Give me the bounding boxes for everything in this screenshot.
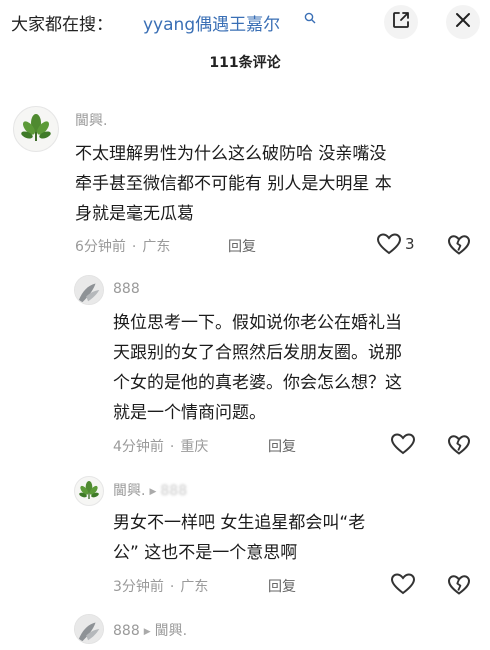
comment-time: 3分钟前 [113,579,164,595]
comment-text-line: 个女的是他的真老婆。你会怎么想？这 [113,373,402,393]
expand-button[interactable] [384,5,418,39]
comment-text: 不太理解男性为什么这么破防哈 没亲嘴没 牵手甚至微信都不可能有 别人是大明星 本… [75,139,475,229]
triangle-right-icon: ▶ [149,487,157,497]
search-icon[interactable] [304,9,316,24]
avatar[interactable] [74,275,104,305]
broken-heart-icon[interactable] [447,233,471,257]
comment-location: 广东 [142,239,171,255]
reply-button[interactable]: 回复 [268,576,296,596]
comment-text-line: 公” 这也不是一个意思啊 [113,543,298,563]
like-count: 3 [405,235,415,253]
comment-location: 重庆 [180,439,209,455]
reply-to-username[interactable]: 閫興. [155,623,187,639]
comment-username[interactable]: 閫興. [75,110,107,130]
comment-text-line: 身就是毫无瓜葛 [75,204,194,224]
avatar[interactable] [74,476,104,506]
comment-text: 换位思考一下。假如说你老公在婚礼当 天跟别的女了合照然后发朋友圈。说那 个女的是… [113,308,483,428]
comment-text-line: 男女不一样吧 女生追星都会叫“老 [113,513,366,533]
search-suggestion-link[interactable]: yyang偶遇王嘉尔 [143,10,280,35]
comment-location: 广东 [180,579,209,595]
expand-square-icon [392,11,410,33]
broken-heart-icon[interactable] [447,573,471,597]
leaf-icon [79,481,99,499]
reply-button[interactable]: 回复 [228,236,256,256]
close-button[interactable] [446,5,480,39]
comment-username[interactable]: 888 [113,281,140,297]
reply-to-username[interactable]: 888 [160,483,187,499]
heart-icon[interactable] [390,431,416,457]
comment-text-line: 换位思考一下。假如说你老公在婚礼当 [113,313,402,333]
comment-time: 6分钟前 [75,239,126,255]
comment-text-line: 就是一个情商问题。 [113,403,266,423]
meta-separator: · [131,239,137,255]
comment-meta: 6分钟前 · 广东 [75,236,170,256]
triangle-right-icon: ▶ [143,627,151,637]
comment-text-line: 天跟别的女了合照然后发朋友圈。说那 [113,343,402,363]
comment-text-line: 牵手甚至微信都不可能有 别人是大明星 本 [75,174,392,194]
meta-separator: · [169,439,175,455]
comment-username[interactable]: 888 [113,623,140,639]
avatar[interactable] [74,614,104,644]
user-photo-icon [75,276,103,304]
comment-username[interactable]: 閫興. [113,483,145,499]
user-photo-icon [75,615,103,643]
comment-username-row: 888 ▶ 閫興. [113,620,187,640]
reply-button[interactable]: 回复 [268,436,296,456]
close-icon [455,12,471,32]
heart-icon[interactable] [376,231,402,257]
heart-icon[interactable] [390,571,416,597]
comment-text: 男女不一样吧 女生追星都会叫“老 公” 这也不是一个意思啊 [113,508,483,568]
comment-text-line: 不太理解男性为什么这么破防哈 没亲嘴没 [75,144,387,164]
search-prefix-label: 大家都在搜： [11,15,113,35]
comment-count-title: 111条评论 [209,55,281,71]
comment-meta: 4分钟前 · 重庆 [113,436,208,456]
comment-time: 4分钟前 [113,439,164,455]
broken-heart-icon[interactable] [447,433,471,457]
comment-username-row: 閫興. ▶ 888 [113,480,187,500]
top-bar: 大家都在搜： yyang偶遇王嘉尔 [0,0,490,44]
avatar[interactable] [13,106,59,152]
meta-separator: · [169,579,175,595]
leaf-icon [21,114,51,141]
comment-meta: 3分钟前 · 广东 [113,576,208,596]
